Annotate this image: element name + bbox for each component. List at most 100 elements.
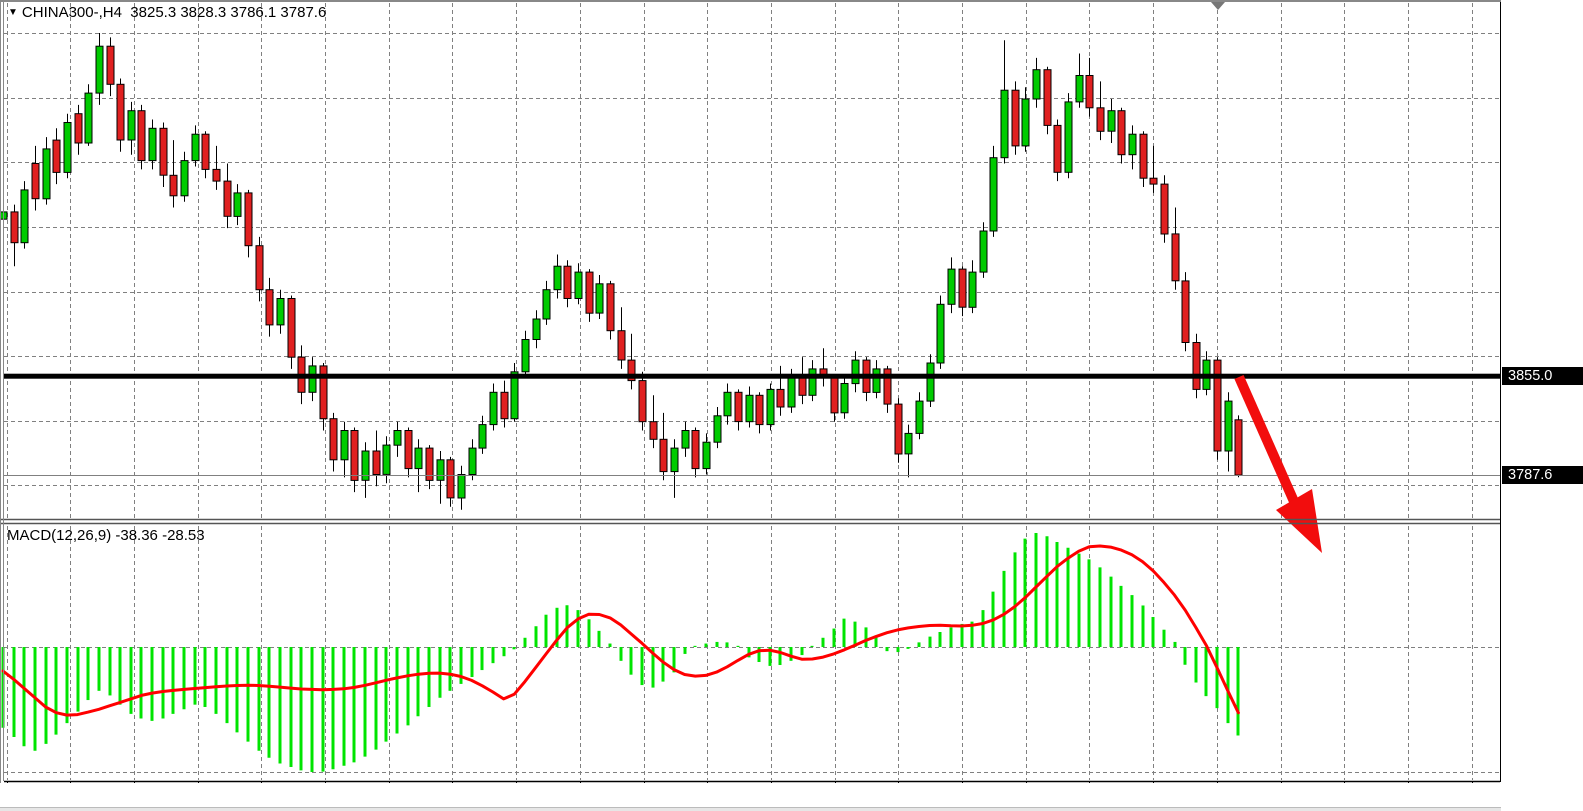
candle-body — [809, 369, 816, 395]
candle-body — [213, 169, 220, 181]
candle-body — [447, 460, 454, 498]
candle-body — [1193, 343, 1200, 390]
candle-body — [405, 431, 412, 469]
candle-body — [703, 442, 710, 468]
chart-shift-marker-icon[interactable] — [1211, 2, 1225, 10]
candle-body — [948, 269, 955, 304]
symbol-marker-icon: ▼ — [8, 7, 18, 18]
candle-body — [831, 378, 838, 413]
candle-body — [373, 451, 380, 475]
candle-body — [75, 114, 82, 143]
candle-body — [852, 360, 859, 384]
candle-body — [1182, 281, 1189, 343]
candle-body — [1172, 234, 1179, 281]
candle-body — [43, 149, 50, 199]
candle-body — [564, 266, 571, 298]
price-axis[interactable] — [1501, 0, 1583, 811]
macd-signal-line — [3, 546, 1238, 715]
candle-body — [660, 439, 667, 471]
candle-body — [1140, 134, 1147, 178]
time-axis[interactable] — [0, 783, 1583, 807]
candle-body — [1065, 102, 1072, 172]
candle-body — [916, 401, 923, 433]
candle-body — [596, 284, 603, 313]
candle-body — [682, 431, 689, 449]
candle-body — [415, 448, 422, 469]
candle-body — [383, 445, 390, 474]
candle-body — [990, 158, 997, 231]
top-border — [0, 0, 1583, 2]
candle-body — [479, 425, 486, 449]
candle-body — [671, 448, 678, 472]
candle-body — [980, 231, 987, 272]
candle-body — [1086, 76, 1093, 108]
price-chart-canvas[interactable] — [0, 0, 1583, 811]
candle-body — [490, 392, 497, 424]
candle-body — [1033, 70, 1040, 99]
candle-body — [501, 392, 508, 418]
candle-body — [170, 175, 177, 196]
candle-body — [181, 161, 188, 196]
candle-body — [905, 433, 912, 454]
candle-body — [1118, 111, 1125, 155]
candle-body — [437, 460, 444, 481]
ohlc-values: 3825.3 3828.3 3786.1 3787.6 — [130, 4, 326, 21]
candle-body — [117, 84, 124, 140]
candle-body — [788, 378, 795, 407]
candle-body — [266, 290, 273, 325]
candle-body — [202, 134, 209, 169]
candle-body — [575, 272, 582, 298]
candle-body — [841, 384, 848, 413]
candle-body — [1001, 90, 1008, 158]
candle-body — [149, 128, 156, 160]
candle-body — [746, 395, 753, 421]
candle-body — [1076, 76, 1083, 102]
candle-body — [735, 392, 742, 421]
chart-header: ▼ CHINA300-,H4 3825.3 3828.3 3786.1 3787.… — [8, 4, 326, 21]
candle-body — [160, 128, 167, 175]
candle-body — [192, 134, 199, 160]
candle-body — [969, 272, 976, 307]
candle-body — [767, 389, 774, 424]
candle-body — [85, 93, 92, 143]
price-tag-label: 3855.0 — [1502, 367, 1583, 385]
horizontal-line-3855[interactable] — [4, 374, 1500, 379]
candle-body — [351, 431, 358, 481]
candle-body — [511, 372, 518, 419]
candle-body — [107, 46, 114, 84]
candle-body — [586, 272, 593, 313]
candle-body — [1108, 111, 1115, 132]
candle-body — [1097, 108, 1104, 132]
candle-body — [277, 299, 284, 325]
candle-body — [714, 416, 721, 442]
candle-body — [256, 246, 263, 290]
candle-body — [724, 392, 731, 416]
candle-body — [618, 331, 625, 360]
candle-body — [96, 46, 103, 93]
candle-body — [756, 395, 763, 424]
candle-body — [895, 404, 902, 454]
candle-body — [21, 190, 28, 243]
candle-body — [469, 448, 476, 474]
candle-body — [522, 340, 529, 372]
candle-body — [330, 419, 337, 460]
candle-body — [394, 431, 401, 446]
candle-body — [1150, 178, 1157, 184]
trend-arrow-head[interactable] — [1276, 489, 1322, 553]
candle-body — [288, 299, 295, 358]
candle-body — [937, 304, 944, 363]
candle-body — [554, 266, 561, 290]
candle-body — [1012, 90, 1019, 146]
candle-body — [245, 193, 252, 246]
candle-body — [777, 389, 784, 407]
candle-body — [607, 284, 614, 331]
price-tag-label: 3787.6 — [1502, 466, 1583, 484]
candle-body — [650, 422, 657, 440]
candle-body — [1129, 134, 1136, 155]
candle-body — [341, 431, 348, 460]
candle-body — [128, 111, 135, 140]
trend-arrow-shaft[interactable] — [1239, 377, 1296, 506]
candle-body — [53, 140, 60, 172]
symbol-period-label: CHINA300-,H4 — [22, 4, 122, 21]
candle-body — [138, 111, 145, 161]
